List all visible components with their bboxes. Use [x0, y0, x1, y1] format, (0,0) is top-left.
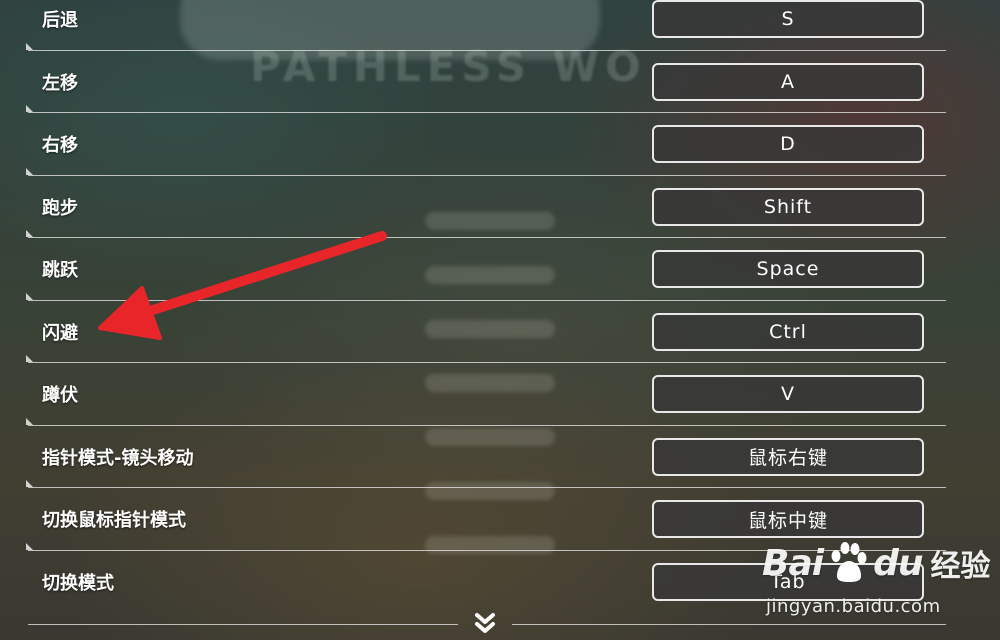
keybinding-row-jump: 跳跃 Space	[0, 238, 1000, 301]
paw-icon	[831, 542, 867, 582]
keybinding-row-right: 右移 D	[0, 113, 1000, 176]
key-button-jump[interactable]: Space	[652, 250, 924, 289]
baidu-logo: Bai du 经验	[762, 540, 990, 586]
key-button-run[interactable]: Shift	[652, 187, 924, 226]
action-label: 切换鼠标指针模式	[42, 510, 186, 532]
corner-marker	[26, 417, 33, 425]
keybinding-row-back: 后退 S	[0, 0, 1000, 51]
action-label: 闪避	[42, 322, 78, 344]
key-button-back[interactable]: S	[652, 0, 924, 39]
keybinding-row-left: 左移 A	[0, 51, 1000, 113]
action-label: 蹲伏	[42, 385, 78, 407]
corner-marker	[26, 292, 33, 300]
action-label: 后退	[42, 10, 78, 32]
corner-marker	[26, 355, 33, 362]
key-button-dodge[interactable]: Ctrl	[652, 312, 924, 351]
key-button-crouch[interactable]: V	[652, 375, 924, 414]
action-label: 左移	[42, 72, 78, 94]
baidu-logo-du: du	[873, 542, 923, 584]
action-label: 跳跃	[42, 260, 78, 282]
corner-marker	[26, 105, 33, 112]
key-button-pointer-camera[interactable]: 鼠标右键	[652, 437, 924, 476]
keybinding-row-crouch: 蹲伏 V	[0, 363, 1000, 426]
keybinding-row-run: 跑步 Shift	[0, 176, 1000, 238]
baidu-logo-bai: Bai	[762, 542, 824, 584]
keybinding-row-dodge: 闪避 Ctrl	[0, 301, 1000, 363]
action-label: 指针模式-镜头移动	[42, 447, 194, 469]
corner-marker	[26, 167, 33, 175]
key-button-left[interactable]: A	[652, 62, 924, 101]
watermark-url: jingyan.baidu.com	[766, 596, 941, 617]
corner-marker	[26, 480, 33, 487]
jingyan-label: 经验	[930, 549, 991, 584]
corner-marker	[26, 230, 33, 237]
corner-marker	[26, 42, 33, 50]
scroll-line-left	[28, 624, 458, 625]
keybinding-row-pointer-camera: 指针模式-镜头移动 鼠标右键	[0, 426, 1000, 488]
baidu-jingyan-watermark: Bai du 经验 jingyan.baidu.com	[762, 532, 992, 632]
action-label: 切换模式	[42, 572, 114, 594]
action-label: 右移	[42, 135, 78, 157]
key-button-right[interactable]: D	[652, 125, 924, 164]
action-label: 跑步	[42, 197, 78, 219]
corner-marker	[26, 542, 33, 550]
chevron-down-icon[interactable]	[470, 610, 500, 640]
